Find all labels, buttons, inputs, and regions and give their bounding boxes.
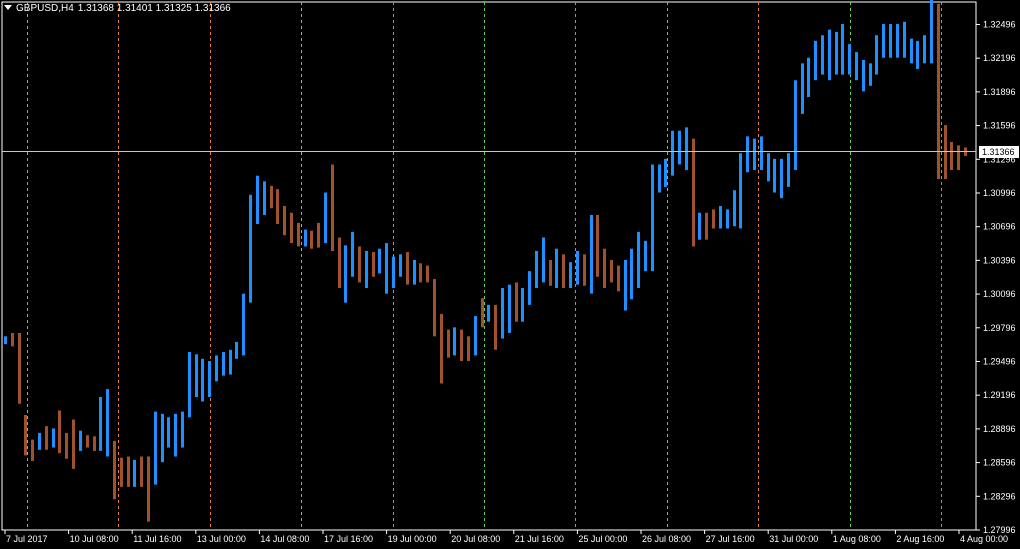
y-tick-label: 1.30696 — [983, 222, 1016, 232]
x-tick-label: 19 Jul 00:00 — [388, 534, 437, 544]
y-tick-label: 1.31596 — [983, 121, 1016, 131]
x-tick-label: 10 Jul 08:00 — [70, 534, 119, 544]
y-tick-label: 1.31896 — [983, 87, 1016, 97]
y-tick-label: 1.28896 — [983, 424, 1016, 434]
x-tick-label: 14 Jul 08:00 — [260, 534, 309, 544]
y-tick-label: 1.30996 — [983, 188, 1016, 198]
x-tick-label: 1 Aug 08:00 — [833, 534, 881, 544]
x-tick-label: 25 Jul 00:00 — [578, 534, 627, 544]
y-tick-label: 1.30096 — [983, 289, 1016, 299]
current-price-label: 1.31366 — [979, 145, 1019, 158]
x-tick-label: 11 Jul 16:00 — [133, 534, 181, 544]
symbol-label: GBPUSD,H4 — [16, 3, 74, 14]
y-tick-label: 1.32196 — [983, 53, 1016, 63]
x-tick-label: 20 Jul 08:00 — [451, 534, 500, 544]
y-tick-label: 1.32496 — [983, 19, 1016, 29]
y-tick-label: 1.29496 — [983, 356, 1016, 366]
ohlc-values: 1.31368 1.31401 1.31325 1.31366 — [77, 3, 231, 14]
y-tick-label: 1.29196 — [983, 390, 1016, 400]
plot-frame — [1, 1, 977, 531]
x-tick-label: 2 Aug 16:00 — [896, 534, 944, 544]
dropdown-caret-icon[interactable] — [4, 5, 12, 10]
x-tick-label: 7 Jul 2017 — [6, 534, 48, 544]
x-tick-label: 4 Aug 00:00 — [960, 534, 1008, 544]
x-tick-label: 31 Jul 00:00 — [769, 534, 818, 544]
y-tick-label: 1.28596 — [983, 458, 1016, 468]
x-tick-label: 21 Jul 16:00 — [515, 534, 564, 544]
y-tick-label: 1.29796 — [983, 323, 1016, 333]
y-tick-label: 1.28296 — [983, 491, 1016, 501]
chart-window[interactable]: GBPUSD,H4 1.31368 1.31401 1.31325 1.31366… — [0, 0, 1020, 549]
y-tick-label: 1.30396 — [983, 255, 1016, 265]
x-tick-label: 17 Jul 16:00 — [324, 534, 373, 544]
x-tick-label: 26 Jul 08:00 — [642, 534, 691, 544]
x-tick-label: 27 Jul 16:00 — [706, 534, 755, 544]
price-chart[interactable]: 1.324961.321961.318961.315961.312961.309… — [0, 0, 1020, 549]
x-tick-label: 13 Jul 00:00 — [197, 534, 246, 544]
chart-title-bar: GBPUSD,H4 1.31368 1.31401 1.31325 1.31366 — [4, 3, 231, 14]
